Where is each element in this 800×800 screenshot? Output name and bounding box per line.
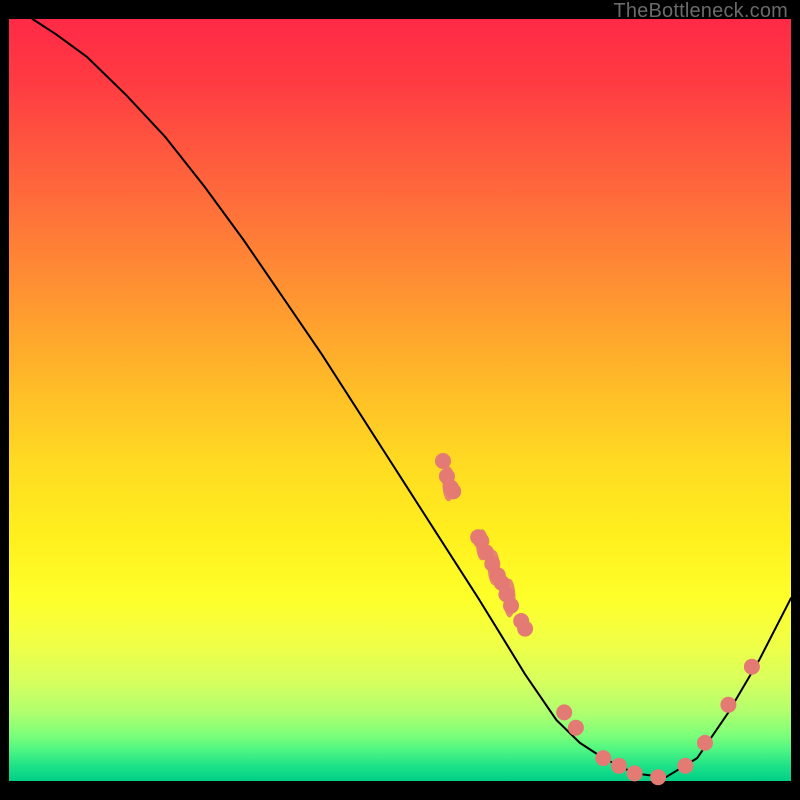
band-group	[443, 466, 516, 617]
data-point	[720, 697, 736, 713]
data-point	[517, 621, 533, 637]
scatter-group	[435, 453, 760, 785]
plot-area	[9, 19, 791, 781]
band-marker	[504, 579, 516, 618]
data-point	[697, 735, 713, 751]
data-point	[650, 769, 666, 785]
band-marker	[476, 529, 488, 560]
data-point	[556, 704, 572, 720]
band-marker	[443, 466, 455, 501]
chart-frame: TheBottleneck.com	[0, 0, 800, 800]
band-marker	[488, 550, 500, 585]
chart-svg	[9, 19, 791, 781]
data-point	[677, 758, 693, 774]
data-point	[744, 659, 760, 675]
data-point	[611, 758, 627, 774]
bottleneck-curve	[33, 19, 792, 777]
watermark-text: TheBottleneck.com	[613, 0, 788, 23]
data-point	[595, 750, 611, 766]
data-point	[568, 720, 584, 736]
data-point	[627, 765, 643, 781]
